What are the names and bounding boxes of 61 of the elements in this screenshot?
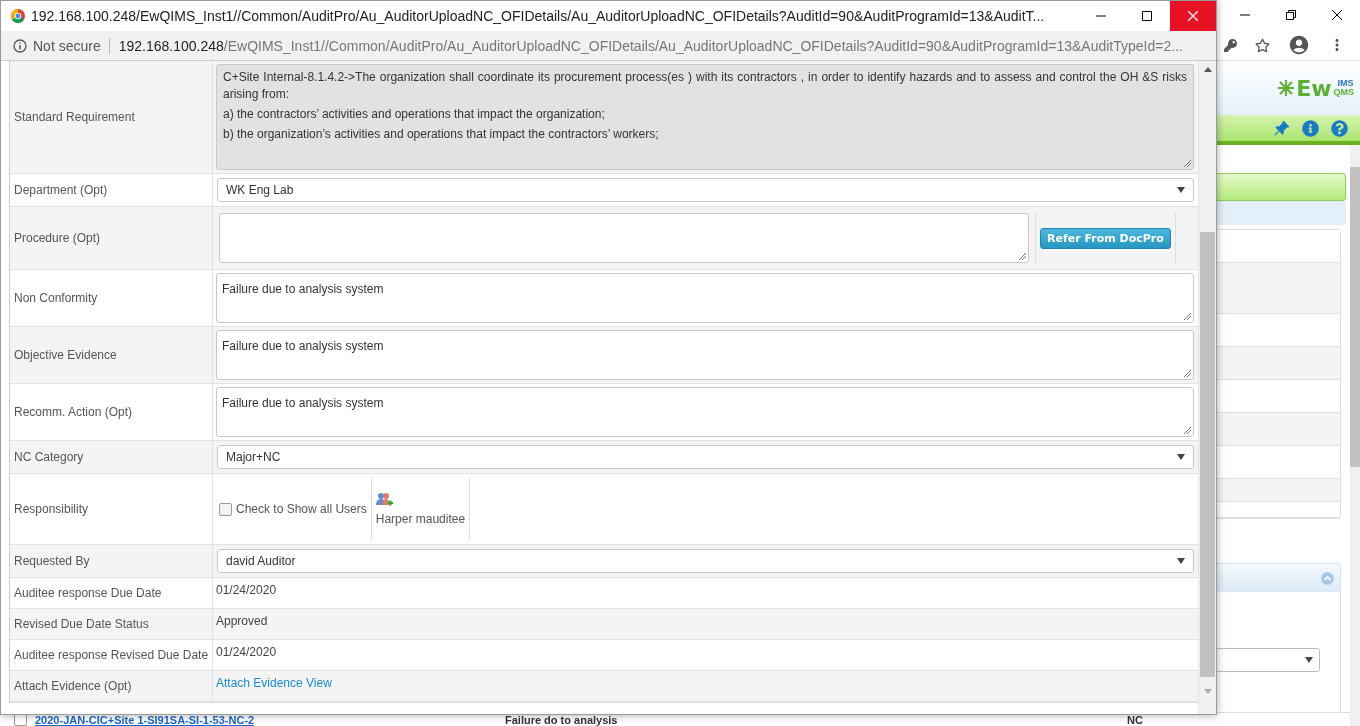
scrollbar-thumb[interactable] [1350,167,1360,467]
field-label: Procedure (Opt) [10,207,213,269]
resize-grip-icon [1183,369,1191,377]
field-label: Recomm. Action (Opt) [10,384,213,440]
dropdown-select[interactable]: Major+NC [217,445,1194,469]
sun-icon [1278,80,1295,96]
info-icon[interactable] [1302,119,1319,137]
field-label: Responsibility [10,474,213,544]
security-status[interactable]: Not secure [33,37,110,54]
dropdown-caret-icon [1177,454,1185,460]
window-title: 192.168.100.248/EwQIMS_Inst1//Common/AuditPro/Au_AuditorUploadNC_OFIDetails/Au_AuditorUploadNC_OFIDetails?AuditId=90&AuditProgramId=13&AuditT... [30,8,1046,24]
scrollbar-thumb[interactable] [1200,232,1215,677]
field-label: Objective Evidence [10,327,213,383]
field-value: Approved [216,614,268,630]
dropdown-caret-icon [1177,187,1185,193]
field-value: 01/24/2020 [216,645,277,661]
requirement-paragraph: C+Site Internal-8.1.4.2->The organization shall coordinate its procurement process(es ) with its contractors , in order to identify hazards and to assess and control the OH &S risks arising from: [223,69,1187,103]
close-icon[interactable] [1332,10,1342,20]
text-area-field[interactable] [219,213,1029,263]
address-url[interactable]: 192.168.100.248/EwQIMS_Inst1//Common/AuditPro/Au_AuditorUploadNC_OFIDetails/Au_AuditorUploadNC_OFIDetails?AuditId=90&AuditProgramId=13&AuditTypeId=2... [115,37,1183,54]
resize-grip-icon [1018,252,1026,260]
browser-logo-icon [11,9,25,23]
field-label: Auditee response Revised Due Date [10,640,213,670]
requirement-paragraph: a) the contractors’ activities and operations that impact the organization; [223,106,606,123]
field-label: Department (Opt) [10,174,213,206]
scroll-down-icon[interactable] [1203,689,1212,694]
help-icon[interactable] [1331,119,1348,137]
field-value: 01/24/2020 [216,583,277,599]
checkbox[interactable] [219,502,232,516]
show-all-users-checkbox[interactable]: Check to Show all Users [213,478,372,540]
field-label: Requested By [10,545,213,577]
maximize-icon[interactable] [1142,11,1152,21]
user-name: Harper mauditee [375,512,466,526]
add-user-icon[interactable] [375,492,393,508]
dropdown-select[interactable]: david Auditor [217,549,1194,573]
table-cell: NC [1127,714,1143,726]
scroll-up-icon[interactable] [1203,67,1212,72]
table-cell-text: Failure do to analysis [505,714,619,726]
resize-grip-icon [1183,426,1191,434]
text-area-field[interactable]: Failure due to analysis system [216,387,1194,437]
pin-icon[interactable] [1273,119,1290,137]
field-label: Non Conformity [10,270,213,326]
field-label: Standard Requirement [10,61,213,173]
record-link[interactable]: 2020-JAN-CIC+Site 1-SI91SA-SI-1-53-NC-2 [35,714,505,726]
text-area-field[interactable]: Failure due to analysis system [216,330,1194,380]
resize-grip-icon [1183,159,1191,167]
text-area-field[interactable]: Failure due to analysis system [216,273,1194,323]
dropdown-caret-icon [1305,657,1313,663]
field-label: Revised Due Date Status [10,609,213,639]
requirement-paragraph: b) the organization’s activities and operations that impact the contractors’ workers; [223,126,660,143]
field-label: Attach Evidence (Opt) [10,671,213,701]
account-icon[interactable] [1288,34,1310,56]
key-icon[interactable] [1224,38,1237,52]
field-label: Auditee response Due Date [10,578,213,608]
resize-grip-icon [1183,312,1191,320]
close-icon [1188,11,1198,21]
info-icon[interactable] [13,38,27,53]
star-icon[interactable] [1255,37,1270,53]
restore-icon[interactable] [1286,10,1296,20]
dropdown-select[interactable]: WK Eng Lab [217,178,1194,202]
field-label: NC Category [10,441,213,473]
